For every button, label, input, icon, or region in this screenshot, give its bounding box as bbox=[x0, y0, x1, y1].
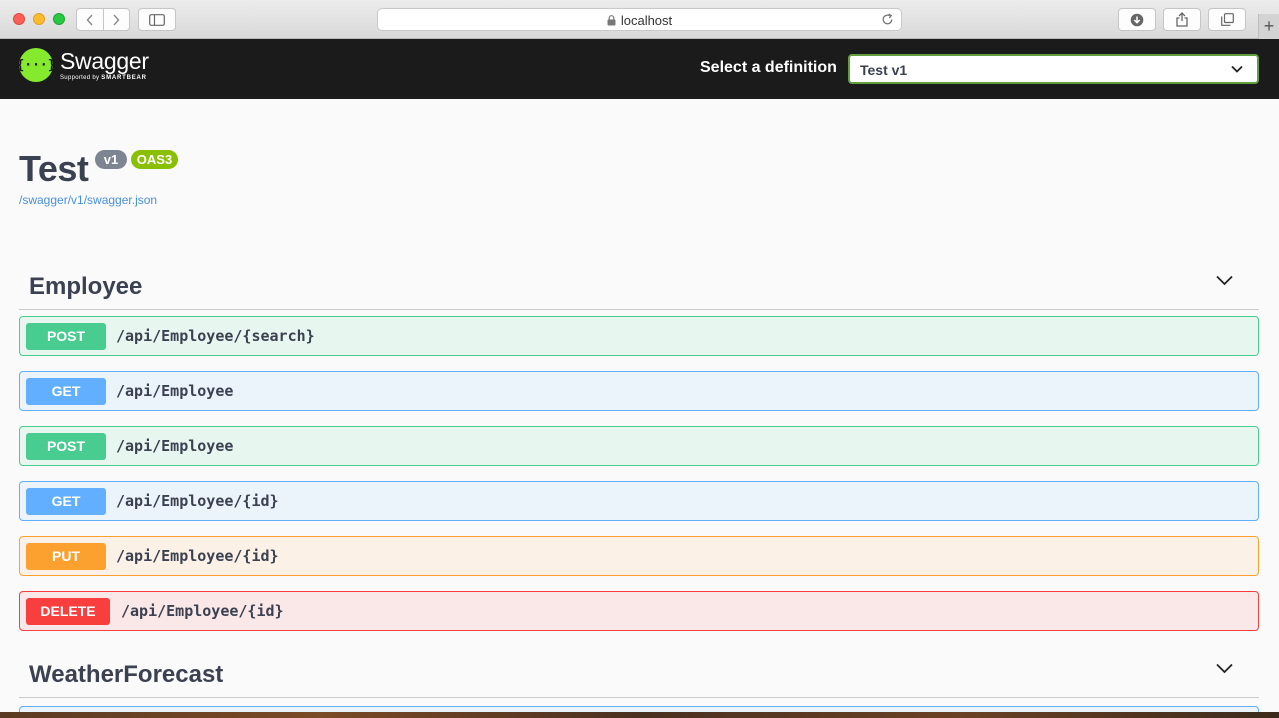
operation-path: /api/Employee bbox=[116, 382, 234, 400]
sidebar-toggle-button[interactable] bbox=[138, 8, 176, 31]
operation-row[interactable]: POST /api/Employee bbox=[19, 426, 1259, 466]
sidebar-icon bbox=[149, 13, 165, 26]
definition-label: Select a definition bbox=[700, 59, 837, 76]
oas-badge: OAS3 bbox=[131, 150, 178, 169]
chevron-right-icon bbox=[113, 14, 120, 25]
method-badge: POST bbox=[26, 433, 106, 460]
tag-name: Employee bbox=[29, 273, 143, 300]
zoom-window-button[interactable] bbox=[53, 13, 65, 25]
spec-url-link[interactable]: /swagger/v1/swagger.json bbox=[19, 193, 157, 207]
swagger-logo[interactable]: {···} Swagger Supported by SMARTBEAR bbox=[16, 48, 149, 82]
desktop-background-strip bbox=[0, 712, 1279, 718]
operation-path: /api/Employee/{id} bbox=[116, 492, 279, 510]
back-button[interactable] bbox=[77, 9, 103, 30]
tag-header-employee[interactable]: Employee bbox=[19, 263, 1259, 310]
method-badge: DELETE bbox=[26, 598, 110, 625]
plus-icon: + bbox=[1263, 16, 1275, 36]
version-badge: v1 bbox=[95, 150, 127, 169]
operation-row[interactable]: GET /api/Employee/{id} bbox=[19, 481, 1259, 521]
chevron-down-icon[interactable] bbox=[1216, 663, 1233, 674]
reload-icon[interactable] bbox=[881, 13, 894, 26]
chevron-down-icon bbox=[1231, 65, 1243, 73]
operation-row[interactable]: GET /api/Employee bbox=[19, 371, 1259, 411]
definition-select[interactable]: Test v1 bbox=[848, 54, 1259, 84]
share-icon bbox=[1176, 12, 1188, 27]
tabs-overview-button[interactable] bbox=[1208, 8, 1246, 31]
logo-name: Swagger bbox=[60, 48, 149, 74]
history-nav bbox=[76, 8, 130, 31]
logo-subtitle: Supported by SMARTBEAR bbox=[60, 75, 147, 81]
download-icon bbox=[1130, 13, 1144, 26]
forward-button[interactable] bbox=[102, 9, 130, 30]
browser-toolbar: localhost + bbox=[0, 0, 1279, 39]
operation-row[interactable]: POST /api/Employee/{search} bbox=[19, 316, 1259, 356]
close-window-button[interactable] bbox=[13, 13, 25, 25]
method-badge: GET bbox=[26, 488, 106, 515]
method-badge: GET bbox=[26, 378, 106, 405]
api-title: Test bbox=[19, 148, 89, 189]
operation-row[interactable]: DELETE /api/Employee/{id} bbox=[19, 591, 1259, 631]
tabs-icon bbox=[1220, 13, 1234, 26]
minimize-window-button[interactable] bbox=[33, 13, 45, 25]
share-button[interactable] bbox=[1163, 8, 1201, 31]
operation-path: /api/Employee bbox=[116, 437, 234, 455]
definition-selected-value: Test v1 bbox=[860, 62, 908, 78]
new-tab-button[interactable]: + bbox=[1258, 14, 1279, 39]
address-bar[interactable]: localhost bbox=[377, 8, 902, 31]
downloads-button[interactable] bbox=[1118, 8, 1156, 31]
swagger-topbar: {···} Swagger Supported by SMARTBEAR Sel… bbox=[0, 39, 1279, 99]
method-badge: POST bbox=[26, 323, 106, 350]
chevron-left-icon bbox=[86, 14, 93, 25]
chevron-down-icon[interactable] bbox=[1216, 275, 1233, 286]
operation-row[interactable]: PUT /api/Employee/{id} bbox=[19, 536, 1259, 576]
tag-header-weatherforecast[interactable]: WeatherForecast bbox=[19, 651, 1259, 698]
method-badge: PUT bbox=[26, 543, 106, 570]
operation-path: /api/Employee/{search} bbox=[116, 327, 315, 345]
lock-icon bbox=[607, 15, 616, 26]
address-text: localhost bbox=[620, 13, 673, 28]
operation-path: /api/Employee/{id} bbox=[116, 547, 279, 565]
swagger-logo-icon: {···} bbox=[16, 48, 56, 82]
tag-name: WeatherForecast bbox=[29, 661, 224, 688]
operation-path: /api/Employee/{id} bbox=[121, 602, 284, 620]
